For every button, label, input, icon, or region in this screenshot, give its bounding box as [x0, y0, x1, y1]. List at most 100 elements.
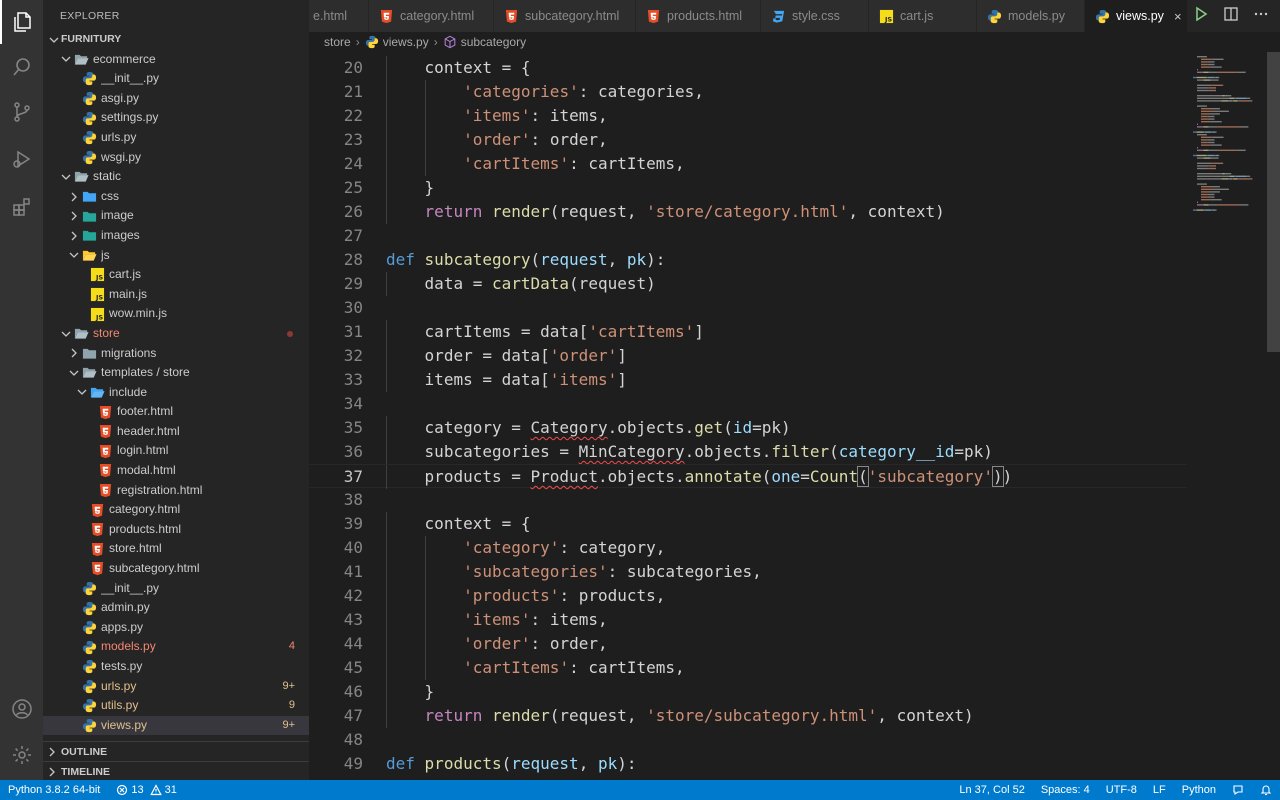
python-interpreter[interactable]: Python 3.8.2 64-bit	[0, 784, 108, 796]
indentation[interactable]: Spaces: 4	[1033, 784, 1098, 796]
code-line[interactable]: 32 order = data['order']	[309, 344, 1187, 368]
split-editor-icon[interactable]	[1223, 6, 1239, 26]
tab-style-css[interactable]: style.css	[761, 0, 869, 32]
code-line[interactable]: 35 category = Category.objects.get(id=pk)	[309, 416, 1187, 440]
close-tab-icon[interactable]: ×	[1174, 9, 1182, 24]
more-actions-icon[interactable]	[1253, 6, 1269, 26]
problems-indicator[interactable]: 13 31	[108, 784, 185, 796]
extensions-icon[interactable]	[0, 185, 43, 229]
code-line[interactable]: 21 'categories': categories,	[309, 80, 1187, 104]
tree-folder[interactable]: image	[43, 206, 309, 226]
tree-file[interactable]: tests.py	[43, 657, 309, 677]
notifications-bell-icon[interactable]	[1252, 784, 1280, 796]
outline-section[interactable]: OUTLINE	[43, 741, 309, 761]
source-control-icon[interactable]	[0, 90, 43, 134]
tree-file[interactable]: settings.py	[43, 108, 309, 128]
end-of-line[interactable]: LF	[1145, 784, 1174, 796]
tree-file[interactable]: login.html	[43, 441, 309, 461]
code-line[interactable]: 20 context = {	[309, 56, 1187, 80]
tree-file[interactable]: JS main.js	[43, 285, 309, 305]
tab-subcategory-html[interactable]: subcategory.html	[494, 0, 636, 32]
run-python-icon[interactable]	[1193, 6, 1209, 26]
code-line[interactable]: 47 return render(request, 'store/subcateg…	[309, 704, 1187, 728]
code-line[interactable]: 33 items = data['items']	[309, 368, 1187, 392]
run-debug-icon[interactable]	[0, 137, 43, 181]
tree-folder[interactable]: images	[43, 226, 309, 246]
timeline-section[interactable]: TIMELINE	[43, 761, 309, 780]
tree-file[interactable]: admin.py	[43, 598, 309, 618]
tab-models-py[interactable]: models.py	[977, 0, 1085, 32]
language-mode[interactable]: Python	[1174, 784, 1224, 796]
file-encoding[interactable]: UTF-8	[1098, 784, 1145, 796]
code-line[interactable]: 30	[309, 296, 1187, 320]
tab-e-html[interactable]: e.html	[309, 0, 369, 32]
tree-file[interactable]: views.py 9+	[43, 715, 309, 736]
tree-file[interactable]: asgi.py	[43, 89, 309, 109]
code-line[interactable]: 45 'cartItems': cartItems,	[309, 656, 1187, 680]
code-line[interactable]: 26 return render(request, 'store/category…	[309, 200, 1187, 224]
cursor-position[interactable]: Ln 37, Col 52	[951, 784, 1032, 796]
tree-file[interactable]: JS cart.js	[43, 265, 309, 285]
tree-folder[interactable]: js	[43, 246, 309, 266]
tab-category-html[interactable]: category.html	[369, 0, 494, 32]
code-line[interactable]: 34	[309, 392, 1187, 416]
code-line[interactable]: 38	[309, 488, 1187, 512]
breadcrumb-file[interactable]: views.py	[383, 35, 429, 49]
tree-file[interactable]: __init__.py	[43, 579, 309, 599]
code-line[interactable]: 31 cartItems = data['cartItems']	[309, 320, 1187, 344]
tab-cart-js[interactable]: JS cart.js	[869, 0, 977, 32]
tree-file[interactable]: utils.py 9	[43, 696, 309, 716]
tree-file[interactable]: modal.html	[43, 461, 309, 481]
breadcrumb-symbol[interactable]: subcategory	[461, 35, 526, 49]
tree-file[interactable]: footer.html	[43, 402, 309, 422]
account-icon[interactable]	[0, 687, 43, 731]
code-line[interactable]: 44 'order': order,	[309, 632, 1187, 656]
settings-gear-icon[interactable]	[0, 733, 43, 777]
code-line[interactable]: 49 def products(request, pk):	[309, 752, 1187, 776]
explorer-icon[interactable]	[0, 0, 43, 44]
tree-folder[interactable]: css	[43, 187, 309, 207]
code-line[interactable]: 22 'items': items,	[309, 104, 1187, 128]
code-line[interactable]: 36 subcategories = MinCategory.objects.fi…	[309, 440, 1187, 464]
tree-file[interactable]: products.html	[43, 520, 309, 540]
vertical-scrollbar[interactable]	[1267, 52, 1280, 352]
code-line[interactable]: 29 data = cartData(request)	[309, 272, 1187, 296]
tree-file[interactable]: store.html	[43, 539, 309, 559]
tab-views-py[interactable]: views.py ×	[1085, 0, 1197, 32]
tree-folder[interactable]: migrations	[43, 344, 309, 364]
code-line[interactable]: 28 def subcategory(request, pk):	[309, 248, 1187, 272]
search-icon[interactable]	[0, 45, 43, 89]
code-line[interactable]: 27	[309, 224, 1187, 248]
code-line[interactable]: 39 context = {	[309, 512, 1187, 536]
code-line[interactable]: 24 'cartItems': cartItems,	[309, 152, 1187, 176]
tree-folder[interactable]: store	[43, 324, 309, 344]
tree-file[interactable]: category.html	[43, 500, 309, 520]
code-line[interactable]: 40 'category': category,	[309, 536, 1187, 560]
breadcrumb-folder[interactable]: store	[324, 35, 351, 49]
tree-file[interactable]: __init__.py	[43, 69, 309, 89]
tree-folder[interactable]: ecommerce	[43, 50, 309, 70]
tree-folder[interactable]: include	[43, 383, 309, 403]
code-line[interactable]: 23 'order': order,	[309, 128, 1187, 152]
tree-file[interactable]: urls.py 9+	[43, 677, 309, 697]
code-line[interactable]: 41 'subcategories': subcategories,	[309, 560, 1187, 584]
code-editor[interactable]: 20 context = {21 'categories': categories,…	[309, 56, 1187, 780]
tree-file[interactable]: urls.py	[43, 128, 309, 148]
tab-products-html[interactable]: products.html	[636, 0, 761, 32]
tree-file[interactable]: apps.py	[43, 618, 309, 638]
code-line[interactable]: 48	[309, 728, 1187, 752]
code-line[interactable]: 25}	[309, 176, 1187, 200]
tree-file[interactable]: subcategory.html	[43, 559, 309, 579]
code-line[interactable]: 43 'items': items,	[309, 608, 1187, 632]
code-line[interactable]: 46}	[309, 680, 1187, 704]
code-line[interactable]: 37 products = Product.objects.annotate(on…	[309, 464, 1187, 489]
tree-file[interactable]: JS wow.min.js	[43, 304, 309, 324]
tree-file[interactable]: registration.html	[43, 481, 309, 501]
tree-root-furnitury[interactable]: FURNITURY	[43, 30, 309, 50]
tree-folder[interactable]: static	[43, 167, 309, 187]
feedback-icon[interactable]	[1224, 784, 1252, 796]
tree-file[interactable]: models.py 4	[43, 637, 309, 657]
tree-folder[interactable]: templates / store	[43, 363, 309, 383]
code-line[interactable]: 42 'products': products,	[309, 584, 1187, 608]
tree-file[interactable]: wsgi.py	[43, 148, 309, 168]
